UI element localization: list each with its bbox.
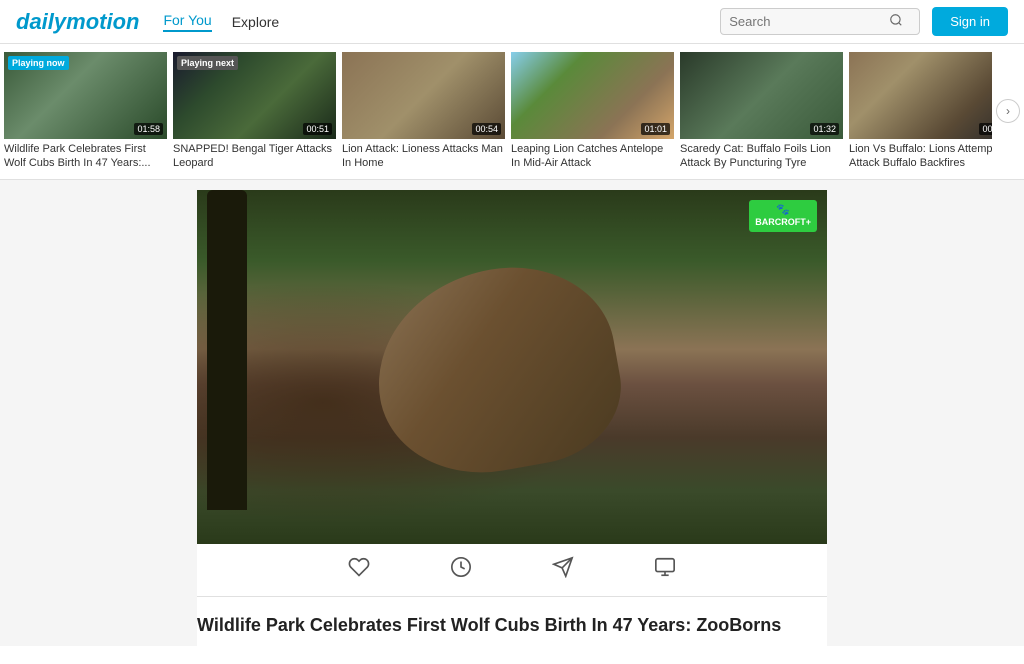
- playing-now-label: Playing now: [8, 56, 69, 70]
- signin-button[interactable]: Sign in: [932, 7, 1008, 36]
- video-title: Wildlife Park Celebrates First Wolf Cubs…: [197, 613, 827, 638]
- thumbnail-item[interactable]: 01:01 Leaping Lion Catches Antelope In Mi…: [511, 52, 674, 171]
- thumbnail-scroll: Playing now 01:58 Wildlife Park Celebrates…: [4, 52, 992, 171]
- main-content: 🐾 BARCROFT+: [0, 180, 1024, 646]
- thumbnail-image: 00:54: [342, 52, 505, 139]
- search-input[interactable]: [729, 14, 889, 29]
- thumbnail-image: 01:32: [680, 52, 843, 139]
- video-duration: 01:58: [134, 123, 163, 135]
- thumbnail-item[interactable]: 00:50 Lion Vs Buffalo: Lions Attempt To A…: [849, 52, 992, 171]
- video-duration: 00:51: [303, 123, 332, 135]
- thumbnail-title: Lion Vs Buffalo: Lions Attempt To Attack…: [849, 142, 992, 171]
- clock-icon: [450, 556, 472, 578]
- thumbnail-image: Playing next 00:51: [173, 52, 336, 139]
- more-button[interactable]: [654, 556, 676, 584]
- search-icon: [889, 13, 903, 27]
- thumbnail-title: Leaping Lion Catches Antelope In Mid-Air…: [511, 142, 674, 171]
- header: dailymotion For You Explore Sign in: [0, 0, 1024, 44]
- main-nav: For You Explore: [163, 12, 720, 32]
- more-icon: [654, 556, 676, 578]
- video-duration: 00:54: [472, 123, 501, 135]
- thumbnail-image: 00:50: [849, 52, 992, 139]
- thumbnail-item[interactable]: Playing next 00:51 SNAPPED! Bengal Tiger A…: [173, 52, 336, 171]
- video-title-section: Wildlife Park Celebrates First Wolf Cubs…: [197, 597, 827, 646]
- thumbnail-image: 01:01: [511, 52, 674, 139]
- thumbnail-item[interactable]: 00:54 Lion Attack: Lioness Attacks Man In…: [342, 52, 505, 171]
- playing-next-label: Playing next: [177, 56, 238, 70]
- thumbnail-row: Playing now 01:58 Wildlife Park Celebrates…: [0, 44, 1024, 180]
- search-bar: [720, 8, 920, 35]
- thumbnail-item[interactable]: Playing now 01:58 Wildlife Park Celebrates…: [4, 52, 167, 171]
- action-bar: [197, 544, 827, 597]
- thumbnail-item[interactable]: 01:32 Scaredy Cat: Buffalo Foils Lion Att…: [680, 52, 843, 171]
- share-icon: [552, 556, 574, 578]
- tree-decoration: [207, 190, 247, 510]
- scroll-right-button[interactable]: ›: [996, 99, 1020, 123]
- watch-later-button[interactable]: [450, 556, 472, 584]
- search-icon-button[interactable]: [889, 13, 903, 30]
- video-container: 🐾 BARCROFT+: [197, 190, 827, 544]
- video-duration: 01:01: [641, 123, 670, 135]
- video-frame[interactable]: 🐾 BARCROFT+: [197, 190, 827, 544]
- thumbnail-title: SNAPPED! Bengal Tiger Attacks Leopard: [173, 142, 336, 171]
- thumbnail-title: Lion Attack: Lioness Attacks Man In Home: [342, 142, 505, 171]
- video-duration: 00:50: [979, 123, 992, 135]
- nav-for-you[interactable]: For You: [163, 12, 211, 32]
- barcroft-badge: 🐾 BARCROFT+: [749, 200, 817, 232]
- share-button[interactable]: [552, 556, 574, 584]
- thumbnail-title: Scaredy Cat: Buffalo Foils Lion Attack B…: [680, 142, 843, 171]
- logo[interactable]: dailymotion: [16, 9, 139, 35]
- heart-icon: [348, 556, 370, 578]
- video-duration: 01:32: [810, 123, 839, 135]
- thumbnail-image: Playing now 01:58: [4, 52, 167, 139]
- wolf-scene: 🐾 BARCROFT+: [197, 190, 827, 544]
- thumbnail-title: Wildlife Park Celebrates First Wolf Cubs…: [4, 142, 167, 171]
- like-button[interactable]: [348, 556, 370, 584]
- nav-explore[interactable]: Explore: [232, 14, 279, 30]
